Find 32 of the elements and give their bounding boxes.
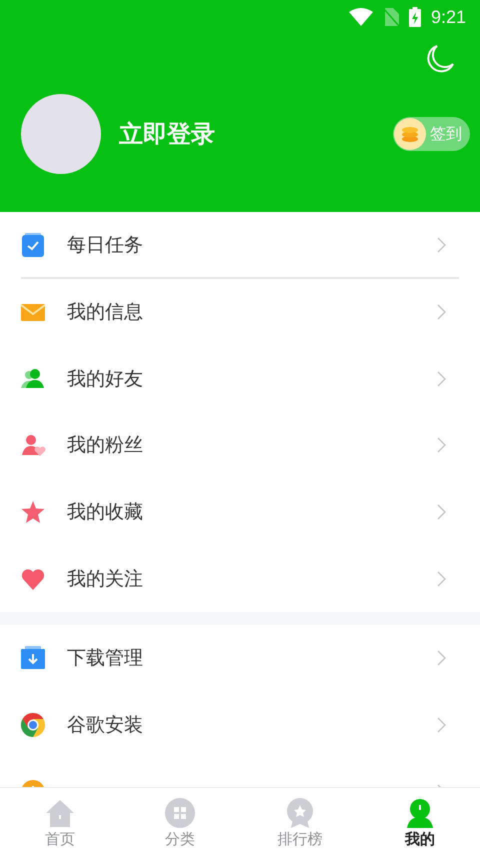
checklist-icon — [20, 232, 46, 258]
grid-icon — [164, 797, 196, 829]
chevron-icon — [437, 650, 446, 666]
menu-item[interactable]: 我的信息 — [0, 278, 480, 346]
chevron-icon — [437, 237, 446, 254]
menu-item[interactable]: 下载管理 — [0, 625, 480, 692]
status-time: 9:21 — [430, 6, 466, 28]
menu-item[interactable]: 我的好友 — [0, 345, 480, 412]
person-icon — [404, 797, 436, 829]
menu-item[interactable]: 我的收藏 — [0, 478, 480, 546]
home-icon — [44, 797, 76, 829]
chevron-icon — [437, 717, 446, 734]
medal-icon — [284, 797, 316, 829]
no-sim-icon — [382, 8, 399, 26]
menu-item[interactable]: 每日任务 — [0, 212, 480, 279]
chevron-icon — [437, 370, 446, 387]
battery-charging-icon — [408, 7, 421, 27]
chevron-icon — [437, 570, 446, 587]
chevron-icon — [437, 304, 446, 320]
coins-icon — [394, 118, 426, 150]
chevron-icon — [437, 504, 446, 520]
person-heart-icon — [20, 432, 46, 458]
browser-icon — [20, 712, 46, 738]
star-icon — [20, 499, 46, 526]
tab[interactable]: 我的 — [360, 788, 480, 853]
menu-item[interactable]: 我的关注 — [0, 545, 480, 612]
download-icon — [20, 645, 46, 672]
menu-item[interactable]: 我的粉丝 — [0, 412, 480, 479]
wifi-icon — [348, 8, 373, 26]
chevron-icon — [437, 437, 446, 454]
moon-icon[interactable] — [425, 44, 455, 74]
menu-item[interactable]: 谷歌安装 — [0, 692, 480, 758]
